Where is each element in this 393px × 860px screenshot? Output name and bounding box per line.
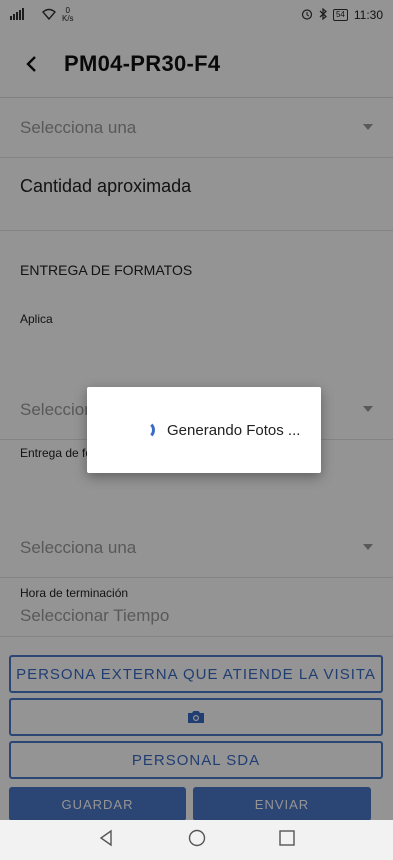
nav-home-icon[interactable] — [187, 828, 207, 853]
nav-back-icon[interactable] — [97, 828, 117, 853]
loading-message: Generando Fotos ... — [167, 421, 301, 439]
loading-dialog: Generando Fotos ... — [87, 387, 321, 473]
spinner-icon — [137, 421, 155, 439]
nav-recents-icon[interactable] — [277, 828, 297, 853]
system-nav-bar — [0, 820, 393, 860]
